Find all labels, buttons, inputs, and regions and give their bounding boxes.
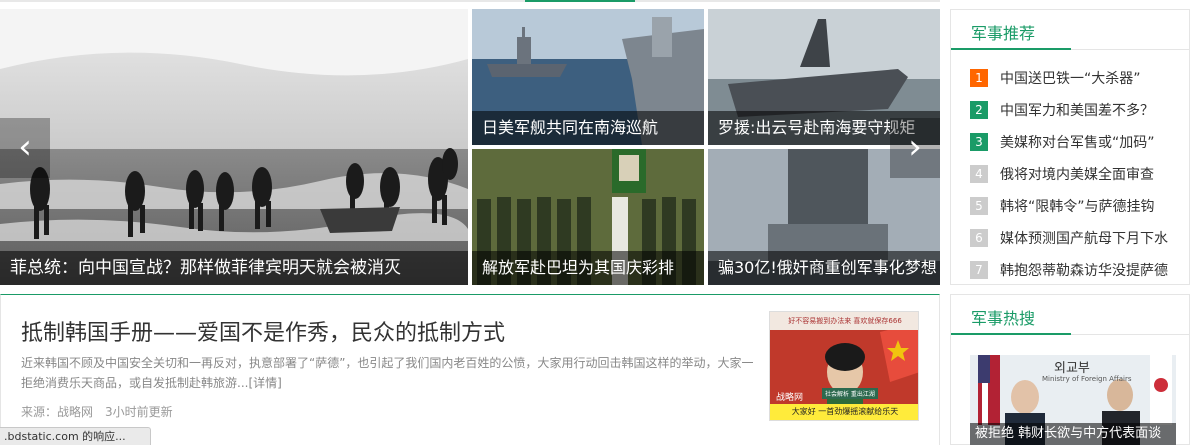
- hot-image-caption[interactable]: 被拒绝 韩财长欲与中方代表面谈: [970, 423, 1176, 445]
- main-slide[interactable]: 菲总统：向中国宣战？那样做菲律宾明天就会被消灭: [0, 9, 468, 285]
- hot-image[interactable]: 외교부 Ministry of Foreign Affairs 被拒绝 韩财长欲…: [970, 355, 1176, 445]
- article-more-link[interactable]: [详情]: [248, 376, 281, 390]
- slide-tile-caption[interactable]: 骗30亿!俄奸商重创军事化梦想: [708, 251, 940, 285]
- article-thumbnail[interactable]: 好不容易搬到办法来 喜欢就保存666 战略网 社会解析 重出江湖 大家好 一首劲…: [769, 311, 919, 421]
- recommend-list: 1 中国送巴铁一“大杀器” 2 中国军力和美国差不多？ 3 美媒称对台军售或“加码” 4 俄将…: [970, 62, 1190, 286]
- recommend-item-text[interactable]: 韩将“限韩令”与萨德挂钩: [1000, 196, 1155, 216]
- thumbnail-header: 好不容易搬到办法来 喜欢就保存666: [770, 312, 918, 330]
- recommend-header: 军事推荐: [951, 10, 1189, 50]
- article-title[interactable]: 抵制韩国手册——爱国不是作秀，民众的抵制方式: [21, 315, 505, 347]
- recommend-item[interactable]: 2 中国军力和美国差不多？: [970, 94, 1190, 126]
- article-source: 来源：战略网: [21, 405, 94, 419]
- recommend-item-text[interactable]: 韩抱怨蒂勒森访华没提萨德: [1000, 260, 1168, 280]
- slide-tile[interactable]: 日美军舰共同在南海巡航: [472, 9, 704, 145]
- recommend-item[interactable]: 7 韩抱怨蒂勒森访华没提萨德: [970, 254, 1190, 286]
- top-divider-accent: [525, 0, 635, 2]
- article-card: 抵制韩国手册——爱国不是作秀，民众的抵制方式 近来韩国不顾及中国安全关切和一再反…: [0, 294, 940, 445]
- slide-tile[interactable]: 解放军赴巴坦为其国庆彩排: [472, 149, 704, 285]
- recommend-item-text[interactable]: 媒体预测国产航母下月下水: [1000, 228, 1168, 248]
- recommend-item-text[interactable]: 中国送巴铁一“大杀器”: [1000, 68, 1141, 88]
- slide-tile-caption[interactable]: 日美军舰共同在南海巡航: [472, 111, 704, 145]
- top-divider: [0, 0, 940, 2]
- rank-badge: 7: [970, 261, 988, 279]
- hot-title: 军事热搜: [971, 309, 1036, 328]
- rank-badge: 3: [970, 133, 988, 151]
- rank-badge: 4: [970, 165, 988, 183]
- main-slide-caption[interactable]: 菲总统：向中国宣战？那样做菲律宾明天就会被消灭: [0, 251, 468, 285]
- chevron-left-icon: ‹: [18, 127, 32, 167]
- header-underline: [951, 48, 1071, 50]
- article-time: 3小时前更新: [105, 405, 173, 419]
- hot-header: 军事热搜: [951, 295, 1189, 335]
- hot-image-sign-en: Ministry of Foreign Affairs: [1042, 375, 1132, 383]
- recommend-title: 军事推荐: [971, 24, 1036, 43]
- prev-slide-button[interactable]: ‹: [0, 118, 50, 178]
- thumbnail-footer: 大家好 一首劲爆摇滚献给乐天: [770, 404, 918, 420]
- rank-badge: 5: [970, 197, 988, 215]
- recommend-item-text[interactable]: 中国军力和美国差不多？: [1000, 100, 1154, 120]
- rank-badge: 6: [970, 229, 988, 247]
- hot-image-sign: 외교부: [1054, 361, 1090, 376]
- next-slide-button[interactable]: ›: [890, 118, 940, 178]
- hot-panel: 军事热搜 외교부 Ministry of Foreign Affairs 被拒绝…: [950, 294, 1190, 445]
- article-summary-text: 近来韩国不顾及中国安全关切和一再反对，执意部署了“萨德”，也引起了我们国内老百姓…: [21, 356, 754, 390]
- browser-status-bar: .bdstatic.com 的响应...: [0, 427, 151, 445]
- recommend-panel: 军事推荐 1 中国送巴铁一“大杀器” 2 中国军力和美国差不多？ 3 美媒称对台军售或“加…: [950, 9, 1190, 285]
- military-news-page: 菲总统：向中国宣战？那样做菲律宾明天就会被消灭 ‹ 日美军舰共同在南海巡航 罗援…: [0, 0, 1194, 445]
- recommend-item-text[interactable]: 俄将对境内美媒全面审查: [1000, 164, 1154, 184]
- recommend-item[interactable]: 5 韩将“限韩令”与萨德挂钩: [970, 190, 1190, 222]
- article-summary: 近来韩国不顾及中国安全关切和一再反对，执意部署了“萨德”，也引起了我们国内老百姓…: [21, 353, 756, 393]
- rank-badge: 2: [970, 101, 988, 119]
- rank-badge: 1: [970, 69, 988, 87]
- recommend-item[interactable]: 1 中国送巴铁一“大杀器”: [970, 62, 1190, 94]
- recommend-item[interactable]: 3 美媒称对台军售或“加码”: [970, 126, 1190, 158]
- recommend-item-text[interactable]: 美媒称对台军售或“加码”: [1000, 132, 1155, 152]
- recommend-item[interactable]: 6 媒体预测国产航母下月下水: [970, 222, 1190, 254]
- recommend-item[interactable]: 4 俄将对境内美媒全面审查: [970, 158, 1190, 190]
- article-meta: 来源：战略网 3小时前更新: [21, 403, 185, 420]
- thumbnail-tag: 社会解析 重出江湖: [822, 388, 878, 399]
- beach-landing-photo: [0, 9, 468, 285]
- chevron-right-icon: ›: [908, 127, 922, 167]
- slide-tile-caption[interactable]: 解放军赴巴坦为其国庆彩排: [472, 251, 704, 285]
- thumbnail-logo: 战略网: [776, 393, 804, 403]
- header-underline: [951, 333, 1071, 335]
